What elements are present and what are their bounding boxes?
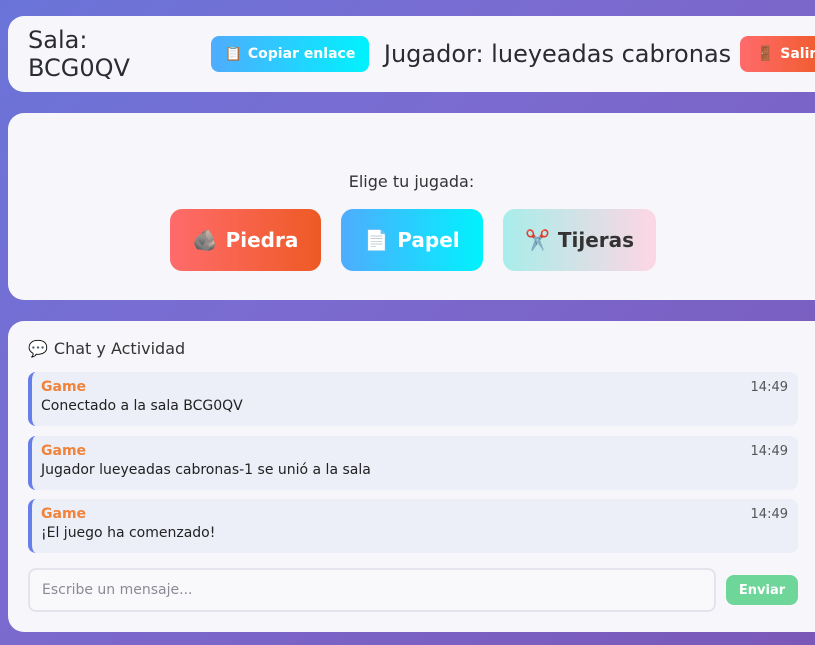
copy-link-button[interactable]: 📋 Copiar enlace <box>210 36 369 72</box>
message-author: Game <box>41 379 87 395</box>
message-time: 14:49 <box>750 506 788 522</box>
door-icon: 🚪 <box>756 46 775 62</box>
rock-label: Piedra <box>225 228 299 252</box>
message-author: Game <box>41 443 87 459</box>
scissors-button[interactable]: ✂️ Tijeras <box>503 209 656 271</box>
rock-button[interactable]: 🪨 Piedra <box>170 209 321 271</box>
paper-button[interactable]: 📄 Papel <box>341 209 483 271</box>
speech-bubble-icon: 💬 <box>28 339 48 358</box>
message-time: 14:49 <box>750 379 788 395</box>
chat-message: Game 14:49 ¡El juego ha comenzado! <box>28 499 798 553</box>
clipboard-icon: 📋 <box>224 46 242 62</box>
game-panel: Elige tu jugada: 🪨 Piedra 📄 Papel ✂️ Tij… <box>8 113 815 300</box>
rock-icon: 🪨 <box>192 228 218 252</box>
chat-panel: 💬 Chat y Actividad Game 14:49 Conectado … <box>8 321 815 632</box>
message-time: 14:49 <box>750 443 788 459</box>
exit-button[interactable]: 🚪 Salir <box>740 36 815 72</box>
chat-title-text: Chat y Actividad <box>53 339 186 358</box>
message-author: Game <box>41 506 87 522</box>
choice-prompt: Elige tu jugada: <box>348 172 475 191</box>
choice-buttons: 🪨 Piedra 📄 Papel ✂️ Tijeras <box>170 209 656 271</box>
paper-icon: 📄 <box>364 228 390 252</box>
room-header: Sala: BCG0QV 📋 Copiar enlace Jugador: lu… <box>8 16 815 92</box>
message-text: Jugador lueyeadas cabronas-1 se unió a l… <box>41 462 371 478</box>
room-label: Sala: BCG0QV <box>28 26 130 82</box>
message-input[interactable] <box>28 568 716 612</box>
send-button[interactable]: Enviar <box>726 575 798 605</box>
paper-label: Papel <box>397 228 460 252</box>
exit-label: Salir <box>780 46 815 62</box>
message-text: ¡El juego ha comenzado! <box>41 525 216 541</box>
scissors-label: Tijeras <box>557 228 635 252</box>
message-text: Conectado a la sala BCG0QV <box>41 398 243 414</box>
chat-message: Game 14:49 Jugador lueyeadas cabronas-1 … <box>28 436 798 490</box>
copy-link-label: Copiar enlace <box>247 46 356 62</box>
chat-title: 💬 Chat y Actividad <box>28 339 185 358</box>
player-label: Jugador: lueyeadas cabronas <box>383 40 732 68</box>
scissors-icon: ✂️ <box>524 228 550 252</box>
chat-message: Game 14:49 Conectado a la sala BCG0QV <box>28 372 798 426</box>
